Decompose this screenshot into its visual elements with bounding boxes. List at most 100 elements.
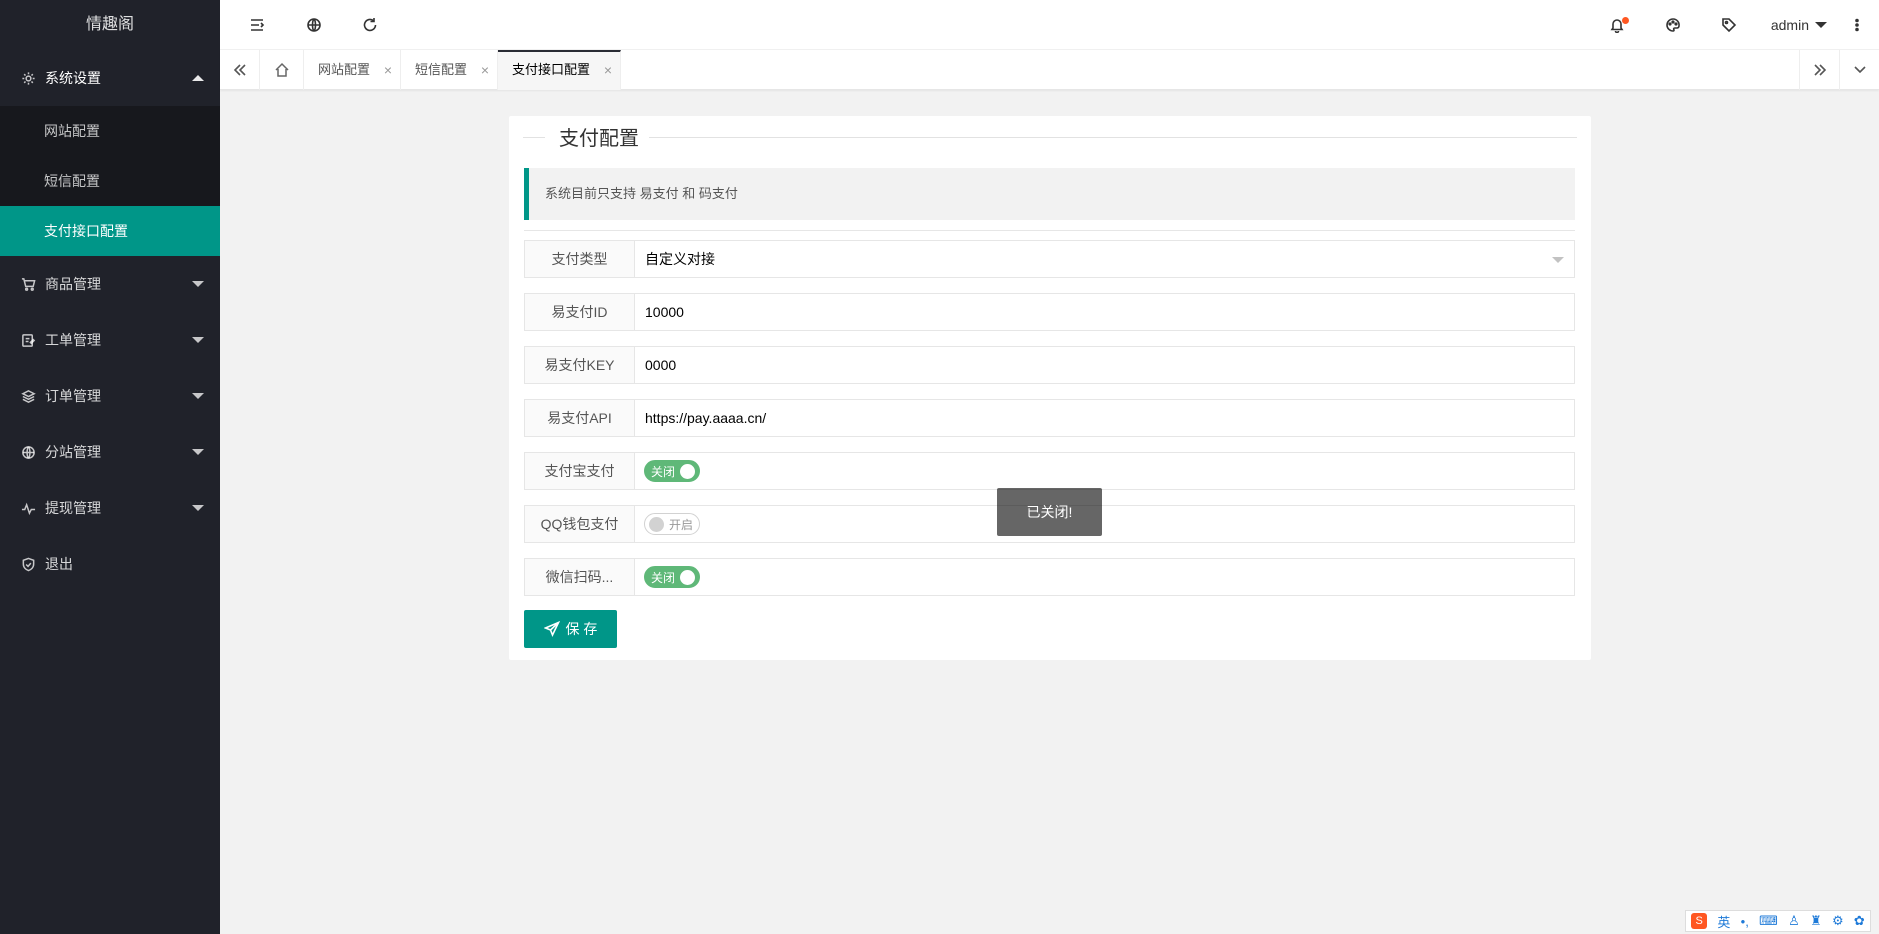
tags-button[interactable] bbox=[1707, 0, 1751, 50]
legend-line-right bbox=[649, 137, 1577, 138]
sidebar-item-products[interactable]: 商品管理 bbox=[0, 256, 220, 312]
sidebar-item-logout[interactable]: 退出 bbox=[0, 536, 220, 592]
wxpay-switch[interactable]: 关闭 bbox=[644, 566, 701, 588]
input-wrap bbox=[635, 400, 1574, 436]
tab-label: 短信配置 bbox=[415, 62, 468, 77]
menu-fold-icon bbox=[251, 19, 265, 31]
sidebar: 情趣阁 系统设置 网站配置 短信配置 支付接口配置 商品管理 工单管理 订单管理 bbox=[0, 0, 220, 934]
shield-check-icon bbox=[20, 556, 36, 572]
user-icon[interactable]: ♙ bbox=[1788, 913, 1800, 929]
sidebar-item-label: 订单管理 bbox=[45, 388, 101, 404]
close-icon[interactable]: × bbox=[604, 52, 612, 88]
notification-dot bbox=[1622, 17, 1629, 24]
ticket-icon bbox=[20, 332, 36, 348]
epay-api-input[interactable] bbox=[645, 400, 1574, 436]
payment-config-card: 支付配置 系统目前只支持 易支付 和 码支付 支付类型 自定义对接 易支付ID … bbox=[509, 116, 1591, 660]
select-value: 自定义对接 bbox=[645, 251, 715, 267]
sidebar-item-system-settings[interactable]: 系统设置 bbox=[0, 50, 220, 106]
switch-wrap: 关闭 bbox=[635, 453, 1574, 489]
layers-icon bbox=[20, 388, 36, 404]
section-title: 支付配置 bbox=[553, 122, 645, 151]
tabs-scroll-right-button[interactable] bbox=[1799, 50, 1839, 90]
field-label: 微信扫码... bbox=[525, 559, 635, 595]
notifications-button[interactable] bbox=[1595, 0, 1639, 50]
tab-home[interactable] bbox=[260, 50, 304, 90]
theme-button[interactable] bbox=[1651, 0, 1695, 50]
page-tabs-bar: 网站配置 × 短信配置 × 支付接口配置 × bbox=[220, 50, 1879, 90]
ime-punct-toggle[interactable]: •, bbox=[1741, 914, 1749, 929]
tab-sms-config[interactable]: 短信配置 × bbox=[401, 50, 499, 90]
ime-toolbar: S 英 •, ⌨ ♙ ♜ ⚙ ✿ bbox=[1685, 910, 1871, 932]
select-caret-icon bbox=[1552, 257, 1564, 263]
epay-key-input[interactable] bbox=[645, 347, 1574, 383]
tabs-scroll-left-button[interactable] bbox=[220, 50, 260, 90]
refresh-button[interactable] bbox=[348, 0, 392, 50]
shirt-icon[interactable]: ♜ bbox=[1810, 913, 1822, 929]
close-icon[interactable]: × bbox=[481, 50, 489, 90]
settings-icon[interactable]: ⚙ bbox=[1832, 913, 1844, 929]
form-row-epay-key: 易支付KEY bbox=[524, 346, 1575, 384]
caret-up-icon bbox=[192, 75, 204, 81]
tab-label: 支付接口配置 bbox=[512, 62, 591, 77]
tabs-menu-button[interactable] bbox=[1839, 50, 1879, 90]
user-menu[interactable]: admin bbox=[1771, 0, 1827, 50]
sidebar-item-label: 分站管理 bbox=[45, 444, 101, 460]
field-label: 支付类型 bbox=[525, 241, 635, 277]
legend-line-left bbox=[523, 137, 545, 138]
switch-wrap: 开启 bbox=[635, 506, 1574, 542]
sidebar-item-label: 提现管理 bbox=[45, 500, 101, 516]
pay-type-select[interactable]: 自定义对接 bbox=[635, 241, 1574, 277]
sidebar-item-label: 工单管理 bbox=[45, 332, 101, 348]
tag-icon bbox=[1722, 18, 1737, 33]
input-wrap bbox=[635, 294, 1574, 330]
refresh-icon bbox=[363, 18, 377, 32]
caret-down-icon bbox=[192, 393, 204, 399]
tab-site-config[interactable]: 网站配置 × bbox=[304, 50, 402, 90]
cart-icon bbox=[20, 276, 36, 292]
sidebar-toggle-button[interactable] bbox=[235, 0, 279, 50]
save-button[interactable]: 保 存 bbox=[524, 610, 617, 648]
sidebar-subitem-sms-config[interactable]: 短信配置 bbox=[0, 156, 220, 206]
gear-icon[interactable]: ✿ bbox=[1854, 913, 1865, 929]
switch-text: 关闭 bbox=[651, 465, 676, 479]
form-row-epay-id: 易支付ID bbox=[524, 293, 1575, 331]
sidebar-item-tickets[interactable]: 工单管理 bbox=[0, 312, 220, 368]
front-site-button[interactable] bbox=[292, 0, 336, 50]
caret-down-icon bbox=[1815, 22, 1827, 28]
field-label: 易支付ID bbox=[525, 294, 635, 330]
sidebar-item-withdrawals[interactable]: 提现管理 bbox=[0, 480, 220, 536]
send-icon bbox=[543, 621, 560, 637]
form-row-alipay: 支付宝支付 关闭 bbox=[524, 452, 1575, 490]
globe-icon bbox=[20, 444, 36, 460]
caret-down-icon bbox=[192, 337, 204, 343]
sidebar-item-label: 退出 bbox=[45, 556, 73, 572]
more-vertical-icon bbox=[1855, 18, 1859, 32]
pulse-icon bbox=[20, 500, 36, 516]
ime-lang-toggle[interactable]: 英 bbox=[1717, 912, 1730, 931]
form-row-wxpay: 微信扫码... 关闭 bbox=[524, 558, 1575, 596]
keyboard-icon[interactable]: ⌨ bbox=[1759, 913, 1778, 929]
sidebar-item-label: 商品管理 bbox=[45, 276, 101, 292]
gear-icon bbox=[20, 70, 36, 86]
field-label: 支付宝支付 bbox=[525, 453, 635, 489]
qqpay-switch[interactable]: 开启 bbox=[644, 513, 701, 535]
sidebar-item-orders[interactable]: 订单管理 bbox=[0, 368, 220, 424]
sidebar-subitem-payment-config[interactable]: 支付接口配置 bbox=[0, 206, 220, 256]
caret-down-icon bbox=[192, 281, 204, 287]
tab-label: 网站配置 bbox=[318, 62, 371, 77]
sidebar-subitem-site-config[interactable]: 网站配置 bbox=[0, 106, 220, 156]
alipay-switch[interactable]: 关闭 bbox=[644, 460, 701, 482]
fieldset-legend: 支付配置 bbox=[523, 116, 1577, 156]
sidebar-item-substations[interactable]: 分站管理 bbox=[0, 424, 220, 480]
caret-down-icon bbox=[192, 449, 204, 455]
double-chevron-right-icon bbox=[1813, 64, 1826, 76]
app-logo-title[interactable]: 情趣阁 bbox=[0, 0, 220, 50]
form-row-epay-api: 易支付API bbox=[524, 399, 1575, 437]
epay-id-input[interactable] bbox=[645, 294, 1574, 330]
switch-text: 开启 bbox=[669, 518, 694, 532]
close-icon[interactable]: × bbox=[384, 50, 392, 90]
tab-payment-config[interactable]: 支付接口配置 × bbox=[498, 50, 622, 90]
more-menu-button[interactable] bbox=[1835, 0, 1879, 50]
globe-icon bbox=[307, 18, 321, 32]
ime-logo-icon[interactable]: S bbox=[1691, 913, 1708, 929]
